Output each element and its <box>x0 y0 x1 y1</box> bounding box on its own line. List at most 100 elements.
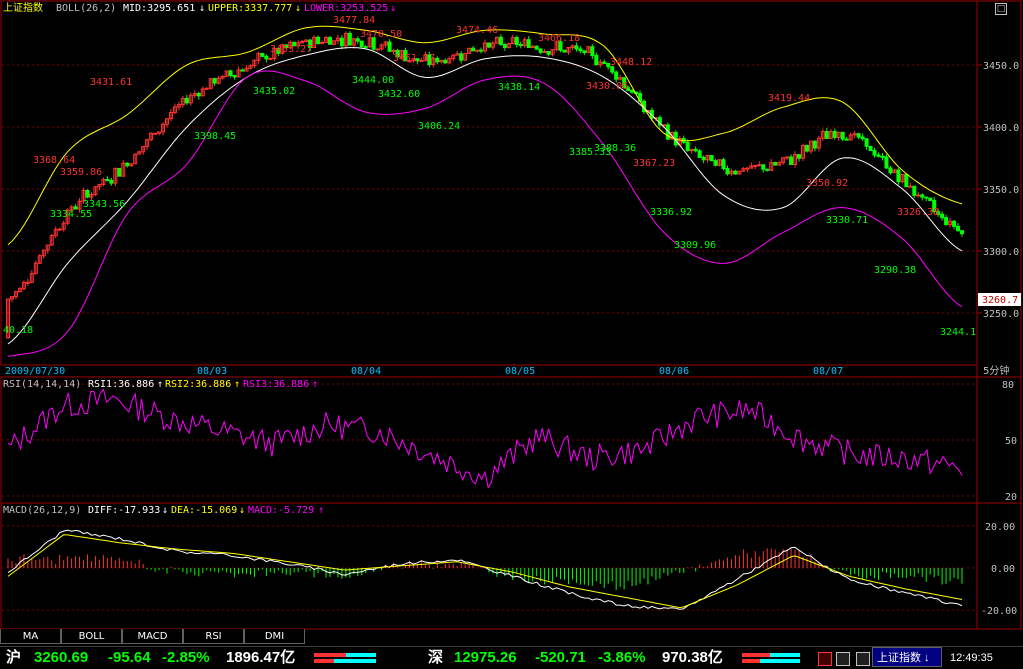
boll-lower-label: LOWER:3253.525 <box>304 3 388 14</box>
sz-volume: 970.38亿 <box>662 649 723 666</box>
down-arrow-icon: ↓ <box>239 505 245 516</box>
price-annotation: 3431.61 <box>90 77 132 88</box>
candle-body <box>327 37 332 45</box>
candle-body <box>518 44 523 47</box>
candle-body <box>204 87 209 90</box>
candle-body <box>960 230 964 235</box>
price-annotation: 3359.86 <box>60 167 102 178</box>
candle-body <box>928 197 933 201</box>
price-annotation: 40.18 <box>3 325 33 336</box>
ticker-selector[interactable]: 上证指数 ↓ <box>872 647 942 667</box>
tab-dmi[interactable]: DMI <box>244 629 305 644</box>
candle-body <box>713 160 718 166</box>
rsi2-label: RSI2:36.886 <box>165 379 231 390</box>
candle-body <box>264 55 269 60</box>
news-icon[interactable] <box>836 652 850 666</box>
macd-value-label: MACD:-5.729 <box>248 505 314 516</box>
candle-body <box>240 69 245 72</box>
candle-body <box>765 168 770 171</box>
candle-body <box>387 41 392 52</box>
candle-body <box>534 45 539 50</box>
sz-flat-bar <box>770 653 800 657</box>
candle-body <box>864 138 869 147</box>
candle-body <box>789 156 794 165</box>
candle-body <box>924 196 929 199</box>
candle-body <box>812 140 817 149</box>
rsi-tick: 50 <box>1005 436 1017 447</box>
message-icon[interactable] <box>856 652 870 666</box>
candle-body <box>912 185 917 196</box>
macd-diff-label: DIFF:-17.933 <box>88 505 160 516</box>
candle-body <box>701 156 706 161</box>
candle-body <box>125 162 130 167</box>
sh-volume: 1896.47亿 <box>226 649 296 666</box>
tab-macd[interactable]: MACD <box>122 629 183 644</box>
candle-body <box>459 53 464 61</box>
price-annotation: 3388.36 <box>594 143 636 154</box>
alert-icon[interactable] <box>818 652 832 666</box>
ticker-name: 上证指数 <box>877 652 921 664</box>
price-annotation: 3474.46 <box>456 25 498 36</box>
date-label: 08/06 <box>659 366 689 377</box>
rsi-tick: 80 <box>1002 380 1014 391</box>
price-annotation: 3398.45 <box>194 131 236 142</box>
date-label: 08/07 <box>813 366 843 377</box>
candle-body <box>498 36 503 45</box>
candle-body <box>940 213 945 219</box>
candle-body <box>546 50 551 55</box>
tab-rsi[interactable]: RSI <box>183 629 244 644</box>
price-annotation: 3334.55 <box>50 209 92 220</box>
sz-index: 12975.26 <box>454 649 517 666</box>
candle-body <box>876 154 881 157</box>
price-annotation: 3432.60 <box>378 89 420 100</box>
price-annotation: 3451.17 <box>393 53 435 64</box>
stock-chart[interactable]: 40.18 3368.643359.86 3334.553343.56 3431.61… <box>0 0 1023 668</box>
candle-body <box>868 145 873 152</box>
candle-body <box>844 138 849 141</box>
candle-body <box>105 179 110 182</box>
candle-body <box>85 189 90 198</box>
price-annotation: 3444.00 <box>352 75 394 86</box>
sz-change: -520.71 <box>535 649 586 666</box>
candle-body <box>952 220 957 227</box>
maximize-icon[interactable]: □ <box>995 3 1007 15</box>
candle-body <box>57 228 62 231</box>
candle-body <box>526 39 531 49</box>
candle-body <box>184 97 189 104</box>
tab-ma[interactable]: MA <box>0 629 61 644</box>
tab-boll[interactable]: BOLL <box>61 629 122 644</box>
candle-body <box>697 150 702 158</box>
price-annotation: 3350.92 <box>806 178 848 189</box>
candle-body <box>709 155 714 162</box>
candle-body <box>25 281 30 284</box>
price-annotation: 3419.44 <box>768 93 810 104</box>
price-tick: 3300.0 <box>983 247 1019 258</box>
current-price-label: 3260.7 <box>982 295 1018 306</box>
indicator-tab-bar: MA BOLL MACD RSI DMI <box>0 629 1023 646</box>
price-tick: 3250.0 <box>983 309 1019 320</box>
macd-tick: -20.00 <box>981 606 1017 617</box>
price-annotation: 3448.12 <box>610 57 652 68</box>
macd-diff-line <box>7 529 963 610</box>
candle-body <box>375 48 380 51</box>
sh-up-bar <box>314 653 346 657</box>
candle-body <box>916 194 921 197</box>
period-label[interactable]: 5分钟 <box>983 364 1009 377</box>
candle-body <box>920 194 925 198</box>
price-annotation: 3477.84 <box>333 15 375 26</box>
date-label: 08/03 <box>197 366 227 377</box>
candle-body <box>196 93 201 97</box>
price-annotation: 3438.14 <box>498 82 540 93</box>
price-annotation: 3367.23 <box>633 158 675 169</box>
candle-body <box>443 59 448 64</box>
sh-change: -95.64 <box>108 649 151 666</box>
candle-body <box>339 37 344 47</box>
date-label: 08/04 <box>351 366 381 377</box>
rsi-tick: 20 <box>1005 492 1017 503</box>
candle-body <box>630 89 635 93</box>
rsi1-label: RSI1:36.886 <box>88 379 154 390</box>
candle-body <box>956 225 961 232</box>
down-arrow-icon: ↓ <box>199 3 205 14</box>
candle-body <box>896 169 901 183</box>
macd-dea-line <box>7 534 963 609</box>
